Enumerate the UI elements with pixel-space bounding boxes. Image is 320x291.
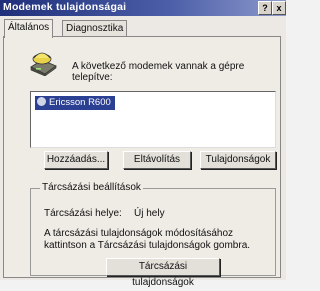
add-button[interactable]: Hozzáadás... [44,151,108,169]
tab-general[interactable]: Általános [4,19,54,38]
modem-icon [30,52,57,76]
installed-modems-text: A következő modemek vannak a gépre telep… [72,61,245,83]
dialing-location-label: Tárcsázási helye: [44,208,122,219]
title-bar[interactable]: Modemek tulajdonságai ? x [0,0,286,16]
dialing-hint-line-1: A tárcsázási tulajdonságok módosításához [44,228,233,239]
dialing-location-value: Új hely [134,208,165,219]
list-item-modem[interactable]: Ericsson R600 [35,96,115,110]
dialing-properties-button[interactable]: Tárcsázási tulajdonságok [106,258,220,288]
help-button[interactable]: ? [258,1,272,15]
modem-name: Ericsson R600 [49,97,111,108]
dialing-hint-line-2: kattintson a Tárcsázási tulajdonságok go… [44,240,251,251]
dialing-settings-label: Tárcsázási beállítások [40,182,143,193]
remove-button[interactable]: Eltávolítás [123,151,191,169]
modem-list-icon [37,97,46,106]
tab-diagnostics[interactable]: Diagnosztika [62,20,128,37]
properties-button[interactable]: Tulajdonságok [200,151,276,169]
modem-list[interactable]: Ericsson R600 [30,91,276,148]
modem-properties-dialog: Modemek tulajdonságai ? x Általános Diag… [0,0,286,288]
close-button[interactable]: x [272,1,286,15]
window-title: Modemek tulajdonságai [3,1,127,13]
